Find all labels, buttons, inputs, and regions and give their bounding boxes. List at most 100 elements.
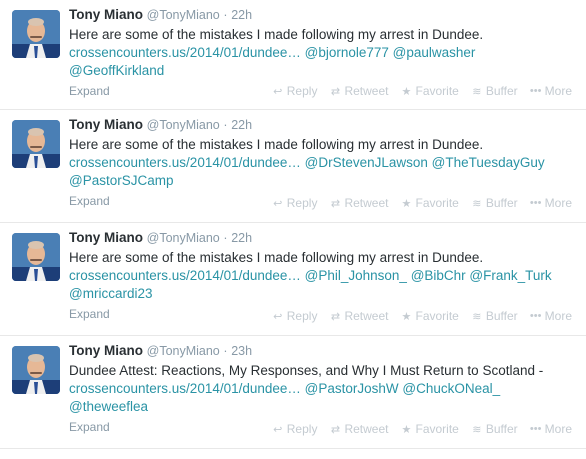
tweet-body: Here are some of the mistakes I made fol… <box>69 250 484 265</box>
retweet-icon: ⇄ <box>330 310 341 323</box>
tweet-text: Dundee Attest: Reactions, My Responses, … <box>69 362 578 416</box>
retweet-button[interactable]: ⇄ Retweet <box>329 84 389 98</box>
more-label: More <box>544 309 572 323</box>
tweet-mentions[interactable]: @theweeflea <box>69 399 148 414</box>
star-icon: ★ <box>401 423 412 436</box>
reply-button[interactable]: ↩ Reply <box>272 309 318 323</box>
author-name[interactable]: Tony Miano <box>69 343 143 358</box>
buffer-label: Buffer <box>485 422 518 436</box>
more-button[interactable]: ••• More <box>530 309 572 323</box>
tweet-body: Dundee Attest: Reactions, My Responses, … <box>69 363 544 378</box>
reply-icon: ↩ <box>273 197 283 210</box>
tweet-timestamp[interactable]: 22h <box>231 118 252 132</box>
author-handle[interactable]: @TonyMiano <box>147 231 220 245</box>
buffer-label: Buffer <box>485 196 518 210</box>
avatar[interactable] <box>12 346 60 394</box>
reply-icon: ↩ <box>273 85 283 98</box>
reply-label: Reply <box>286 309 318 323</box>
more-label: More <box>544 422 572 436</box>
tweet-actions: ↩ Reply ⇄ Retweet ★ Favorite ≋ Buffer ••• Mor… <box>272 196 572 210</box>
favorite-label: Favorite <box>415 422 459 436</box>
buffer-label: Buffer <box>485 84 518 98</box>
reply-label: Reply <box>286 196 318 210</box>
author-handle[interactable]: @TonyMiano <box>147 8 220 22</box>
separator: · <box>223 344 228 358</box>
tweet-actions: ↩ Reply ⇄ Retweet ★ Favorite ≋ Buffer ••• Mor… <box>272 84 572 98</box>
buffer-button[interactable]: ≋ Buffer <box>471 422 518 436</box>
retweet-label: Retweet <box>344 422 389 436</box>
more-icon: ••• <box>529 310 542 322</box>
tweet[interactable]: Tony Miano @TonyMiano · 22h Here are som… <box>0 0 586 110</box>
star-icon: ★ <box>401 85 412 98</box>
retweet-button[interactable]: ⇄ Retweet <box>329 309 389 323</box>
favorite-button[interactable]: ★ Favorite <box>400 84 459 98</box>
more-icon: ••• <box>529 85 542 97</box>
more-button[interactable]: ••• More <box>530 422 572 436</box>
reply-button[interactable]: ↩ Reply <box>272 84 318 98</box>
favorite-label: Favorite <box>415 196 459 210</box>
avatar[interactable] <box>12 10 60 58</box>
tweet[interactable]: Tony Miano @TonyMiano · 23h Dundee Attes… <box>0 336 586 449</box>
tweet-mentions[interactable]: @PastorSJCamp <box>69 173 174 188</box>
tweet-mentions[interactable]: @mriccardi23 <box>69 286 152 301</box>
tweet-link[interactable]: crossencounters.us/2014/01/dundee… <box>69 155 301 170</box>
tweet-mentions[interactable]: @Phil_Johnson_ @BibChr @Frank_Turk <box>305 268 552 283</box>
separator: · <box>223 8 228 22</box>
favorite-button[interactable]: ★ Favorite <box>400 309 459 323</box>
avatar[interactable] <box>12 120 60 168</box>
retweet-button[interactable]: ⇄ Retweet <box>329 196 389 210</box>
more-label: More <box>544 196 572 210</box>
tweet-link[interactable]: crossencounters.us/2014/01/dundee… <box>69 381 301 396</box>
tweet-actions: ↩ Reply ⇄ Retweet ★ Favorite ≋ Buffer ••• Mor… <box>272 422 572 436</box>
tweet-timeline: Tony Miano @TonyMiano · 22h Here are som… <box>0 0 586 449</box>
retweet-label: Retweet <box>344 196 389 210</box>
retweet-label: Retweet <box>344 309 389 323</box>
star-icon: ★ <box>401 310 412 323</box>
buffer-icon: ≋ <box>472 310 482 323</box>
reply-label: Reply <box>286 84 318 98</box>
more-icon: ••• <box>529 197 542 209</box>
tweet-actions: ↩ Reply ⇄ Retweet ★ Favorite ≋ Buffer ••• Mor… <box>272 309 572 323</box>
author-name[interactable]: Tony Miano <box>69 117 143 132</box>
tweet-timestamp[interactable]: 22h <box>231 231 252 245</box>
tweet-mentions[interactable]: @PastorJoshW @ChuckONeal_ <box>305 381 500 396</box>
tweet-timestamp[interactable]: 22h <box>231 8 252 22</box>
buffer-button[interactable]: ≋ Buffer <box>471 309 517 323</box>
buffer-icon: ≋ <box>472 423 482 436</box>
more-button[interactable]: ••• More <box>530 196 572 210</box>
retweet-icon: ⇄ <box>330 197 341 210</box>
author-name[interactable]: Tony Miano <box>69 7 143 22</box>
tweet-mentions[interactable]: @GeoffKirkland <box>69 63 164 78</box>
author-handle[interactable]: @TonyMiano <box>147 118 220 132</box>
favorite-label: Favorite <box>415 84 459 98</box>
retweet-label: Retweet <box>344 84 389 98</box>
tweet-text: Here are some of the mistakes I made fol… <box>69 136 578 190</box>
favorite-label: Favorite <box>415 309 459 323</box>
separator: · <box>223 231 228 245</box>
favorite-button[interactable]: ★ Favorite <box>400 196 459 210</box>
favorite-button[interactable]: ★ Favorite <box>400 422 459 436</box>
buffer-button[interactable]: ≋ Buffer <box>471 196 518 210</box>
author-name[interactable]: Tony Miano <box>69 230 143 245</box>
avatar[interactable] <box>12 233 60 281</box>
reply-label: Reply <box>286 422 318 436</box>
reply-button[interactable]: ↩ Reply <box>272 422 318 436</box>
buffer-button[interactable]: ≋ Buffer <box>471 84 518 98</box>
tweet[interactable]: Tony Miano @TonyMiano · 22h Here are som… <box>0 110 586 223</box>
more-label: More <box>544 84 572 98</box>
tweet-timestamp[interactable]: 23h <box>231 344 252 358</box>
more-icon: ••• <box>529 423 542 435</box>
tweet-link[interactable]: crossencounters.us/2014/01/dundee… <box>69 45 301 60</box>
reply-button[interactable]: ↩ Reply <box>272 196 318 210</box>
tweet-body: Here are some of the mistakes I made fol… <box>69 27 484 42</box>
tweet[interactable]: Tony Miano @TonyMiano · 22h Here are som… <box>0 223 586 336</box>
buffer-icon: ≋ <box>472 197 482 210</box>
author-handle[interactable]: @TonyMiano <box>147 344 220 358</box>
tweet-mentions[interactable]: @DrStevenJLawson @TheTuesdayGuy <box>305 155 545 170</box>
more-button[interactable]: ••• More <box>530 84 572 98</box>
tweet-mentions[interactable]: @bjornole777 @paulwasher <box>305 45 476 60</box>
buffer-icon: ≋ <box>472 85 482 98</box>
tweet-link[interactable]: crossencounters.us/2014/01/dundee… <box>69 268 301 283</box>
reply-icon: ↩ <box>273 423 283 436</box>
retweet-button[interactable]: ⇄ Retweet <box>329 422 389 436</box>
